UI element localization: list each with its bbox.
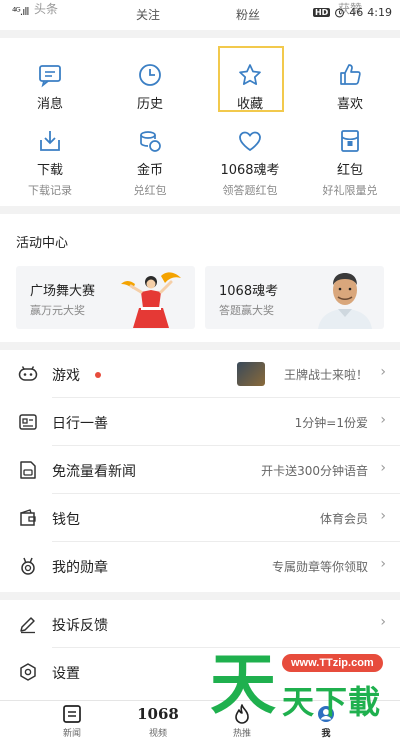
grid-item-favorites[interactable]: 收藏 bbox=[200, 62, 300, 112]
nav-label: 新闻 bbox=[62, 729, 81, 739]
list-item-charity[interactable]: 日行一善 1分钟=1份爱 › bbox=[0, 398, 400, 446]
activity-card-title: 广场舞大赛 bbox=[30, 284, 96, 299]
thumbs-up-icon bbox=[340, 64, 361, 85]
chevron-right-icon: › bbox=[380, 614, 386, 630]
list-item-free-data[interactable]: 免流量看新闻 开卡送300分钟语音 › bbox=[0, 446, 400, 494]
charity-icon bbox=[19, 414, 37, 430]
watermark-logo: 天 bbox=[210, 646, 276, 723]
activity-card-sub: 答题赢大奖 bbox=[219, 304, 274, 317]
grid-item-label: 喜欢 bbox=[336, 97, 363, 112]
nav-label: 视频 bbox=[148, 729, 167, 739]
star-icon bbox=[239, 64, 261, 85]
chevron-right-icon: › bbox=[380, 412, 386, 428]
list-item-label: 投诉反馈 bbox=[52, 618, 108, 634]
notification-dot bbox=[95, 372, 101, 378]
list-item-label: 设置 bbox=[52, 666, 80, 682]
watermark-text: 天下載 bbox=[282, 683, 382, 721]
tab-fans[interactable]: 粉丝 bbox=[236, 6, 260, 23]
list-item-feedback[interactable]: 投诉反馈 › bbox=[0, 600, 400, 648]
dancer-illustration bbox=[121, 272, 181, 328]
medal-icon bbox=[21, 557, 35, 575]
list-item-value: 体育会员 bbox=[319, 512, 368, 526]
list-item-value: 王牌战士来啦！ bbox=[283, 368, 368, 382]
heart-icon bbox=[239, 131, 261, 152]
settings-icon bbox=[20, 663, 36, 681]
nav-item-video[interactable]: 1068 视频 bbox=[118, 703, 198, 739]
grid-item-quiz[interactable]: 1068魂考 领答题红包 bbox=[200, 128, 300, 198]
list-item-label: 钱包 bbox=[52, 512, 80, 528]
list-item-value: 专属勋章等你领取 bbox=[271, 560, 368, 574]
grid-item-label: 下载 bbox=[36, 163, 63, 178]
message-icon bbox=[39, 65, 61, 88]
nav-item-news[interactable]: 新闻 bbox=[32, 703, 112, 739]
watermark-url: www.TTzip.com bbox=[282, 654, 383, 672]
chevron-right-icon: › bbox=[380, 508, 386, 524]
game-thumbnail bbox=[237, 362, 265, 386]
activity-card-dance[interactable]: 广场舞大赛 赢万元大奖 bbox=[16, 266, 195, 329]
grid-item-messages[interactable]: 消息 bbox=[0, 62, 100, 112]
tab-follow[interactable]: 关注 bbox=[136, 6, 160, 23]
status-bar: ⁴ᴳ.ıll 头条 关注 粉丝 获赞 HD 46 4:19 bbox=[0, 0, 400, 30]
grid-item-likes[interactable]: 喜欢 bbox=[300, 62, 400, 112]
list-item-label: 日行一善 bbox=[52, 416, 108, 432]
activity-card-sub: 赢万元大奖 bbox=[30, 304, 85, 317]
grid-item-sublabel: 好礼限量兑 bbox=[322, 184, 378, 197]
grid-item-history[interactable]: 历史 bbox=[100, 62, 200, 112]
chevron-right-icon: › bbox=[380, 460, 386, 476]
list-item-medals[interactable]: 我的勋章 专属勋章等你领取 › bbox=[0, 542, 400, 590]
section-title: 活动中心 bbox=[16, 236, 69, 251]
chevron-right-icon: › bbox=[380, 364, 386, 380]
site-watermark: 天 www.TTzip.com 天下載 bbox=[210, 652, 400, 742]
list-item-label: 我的勋章 bbox=[52, 560, 108, 576]
battery-level: 46 bbox=[349, 6, 364, 19]
list-item-label: 游戏 bbox=[52, 368, 80, 384]
grid-item-label: 1068魂考 bbox=[220, 163, 280, 178]
sim-card-icon bbox=[20, 461, 36, 479]
activity-card-title: 1068魂考 bbox=[219, 284, 279, 299]
gamepad-icon bbox=[18, 366, 38, 381]
clock-icon bbox=[139, 64, 161, 86]
grid-item-label: 金币 bbox=[136, 163, 163, 178]
host-portrait bbox=[318, 273, 372, 329]
list-item-label: 免流量看新闻 bbox=[52, 464, 136, 480]
grid-item-download[interactable]: 下载 下载记录 bbox=[0, 128, 100, 198]
list-item-value: 1分钟=1份爱 bbox=[294, 416, 368, 430]
shortcut-grid: 消息 历史 收藏 喜欢 下载 下载记录 金币 兑红包 1068魂考 领答题红包 … bbox=[0, 38, 400, 206]
grid-item-sublabel: 领答题红包 bbox=[222, 184, 278, 197]
activity-card-quiz[interactable]: 1068魂考 答题赢大奖 bbox=[205, 266, 384, 329]
grid-item-sublabel: 兑红包 bbox=[133, 184, 167, 197]
grid-item-label: 红包 bbox=[336, 163, 363, 178]
grid-item-label: 消息 bbox=[36, 97, 63, 112]
tab-headline[interactable]: 头条 bbox=[34, 0, 58, 17]
chevron-right-icon: › bbox=[380, 556, 386, 572]
clock-time: 4:19 bbox=[367, 6, 392, 19]
list-item-games[interactable]: 游戏 王牌战士来啦！ › bbox=[0, 350, 400, 398]
video-icon: 1068 bbox=[137, 705, 179, 723]
grid-item-red-packet[interactable]: 红包 好礼限量兑 bbox=[300, 128, 400, 198]
system-status: HD 46 4:19 bbox=[312, 6, 392, 19]
wallet-icon bbox=[20, 509, 36, 526]
list-item-wallet[interactable]: 钱包 体育会员 › bbox=[0, 494, 400, 542]
grid-item-label: 历史 bbox=[136, 97, 163, 112]
activity-center: 活动中心 广场舞大赛 赢万元大奖 1068魂考 答题赢大奖 bbox=[0, 214, 400, 342]
menu-list: 游戏 王牌战士来啦！ › 日行一善 1分钟=1份爱 › 免流量看新闻 开卡送30… bbox=[0, 350, 400, 592]
list-item-value: 开卡送300分钟语音 bbox=[261, 464, 368, 478]
download-icon bbox=[40, 131, 60, 151]
alarm-icon bbox=[335, 8, 345, 18]
grid-item-label: 收藏 bbox=[236, 97, 263, 112]
coin-icon bbox=[140, 131, 161, 152]
news-icon bbox=[63, 705, 81, 723]
red-packet-icon bbox=[341, 130, 359, 152]
pen-icon bbox=[20, 617, 35, 634]
hd-badge: HD bbox=[312, 8, 331, 17]
grid-item-coins[interactable]: 金币 兑红包 bbox=[100, 128, 200, 198]
grid-item-sublabel: 下载记录 bbox=[28, 184, 72, 197]
